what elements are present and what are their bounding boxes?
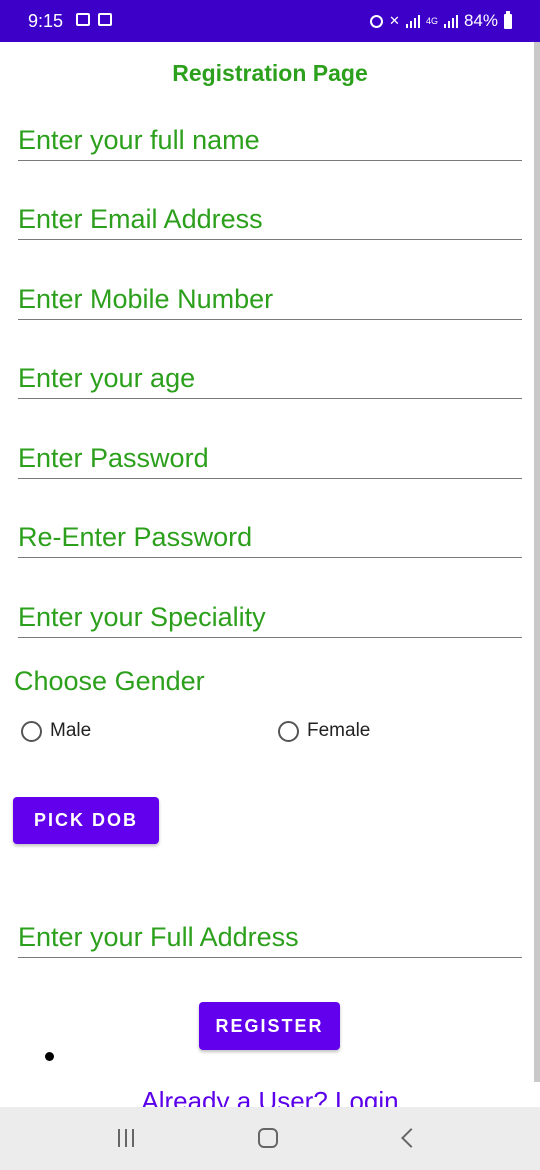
reenter-password-input[interactable] [18,522,522,553]
age-input[interactable] [18,363,522,394]
radio-circle-icon[interactable] [21,720,42,742]
reenter-password-field[interactable] [18,507,522,558]
email-field[interactable] [18,189,522,240]
password-input[interactable] [18,443,522,474]
status-bar: 9:15 ✕ 4G 84% [0,0,540,42]
back-icon[interactable] [401,1128,421,1148]
full-name-input[interactable] [18,125,522,156]
home-icon[interactable] [258,1128,278,1148]
password-field[interactable] [18,428,522,479]
signal-icon [405,14,420,28]
address-field[interactable] [18,907,522,958]
full-name-field[interactable] [18,110,522,161]
signal-icon-2 [443,14,458,28]
recents-icon[interactable] [118,1129,134,1147]
notification-icons [76,13,112,26]
gender-option-label: Male [50,720,92,741]
mobile-input[interactable] [18,284,522,315]
battery-percent: 84% [463,11,498,30]
speciality-field[interactable] [18,587,522,638]
radio-circle-icon[interactable] [278,720,299,742]
gender-label: Choose Gender [14,666,205,696]
pick-dob-button[interactable]: PICK DOB [13,797,159,844]
login-link[interactable]: Already a User? Login [0,1086,540,1108]
address-input[interactable] [18,922,522,953]
speciality-input[interactable] [18,602,522,633]
gender-option-label: Female [307,720,371,741]
bullet-dot [45,1052,54,1061]
page-title: Registration Page [172,60,368,86]
email-input[interactable] [18,204,522,235]
gallery-icon [76,13,90,26]
age-field[interactable] [18,348,522,399]
navigation-bar [0,1107,540,1170]
mute-icon: ✕ [389,13,400,28]
battery-icon [504,10,512,29]
status-time: 9:15 [28,11,64,31]
mobile-field[interactable] [18,269,522,320]
alarm-icon [370,14,384,28]
status-right: ✕ 4G 84% [370,10,512,31]
scrollbar[interactable] [534,42,540,1082]
gender-radio-female[interactable]: Female [278,720,370,742]
wifi-notification-icon [98,13,112,26]
register-button[interactable]: REGISTER [199,1002,340,1050]
network-type: 4G [425,16,438,26]
gender-radio-male[interactable]: Male [21,720,91,742]
